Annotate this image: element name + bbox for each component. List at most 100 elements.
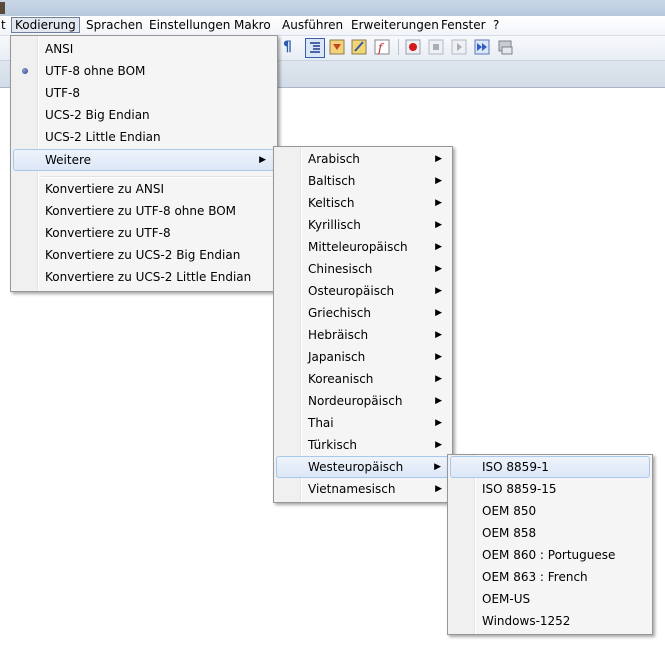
menu-item-label: Chinesisch [308, 262, 373, 276]
submenu-arrow-icon: ▶ [435, 154, 442, 164]
westeuropaeisch-submenu: ISO 8859-1 ISO 8859-15 OEM 850 OEM 858 O… [447, 454, 653, 635]
menu-item-utf8[interactable]: UTF-8 [13, 82, 275, 104]
menu-item-ucs2-big-endian[interactable]: UCS-2 Big Endian [13, 104, 275, 126]
menu-item-label: ANSI [45, 42, 74, 56]
menu-item-label: UCS-2 Little Endian [45, 130, 161, 144]
menu-item-label: Thai [308, 416, 334, 430]
menu-einstellungen[interactable]: Einstellungen [146, 17, 233, 33]
menu-item-label: ISO 8859-1 [482, 460, 549, 474]
menu-erweiterungen[interactable]: Erweiterungen [348, 17, 442, 33]
app-icon [0, 2, 5, 14]
menu-item-label: OEM 860 : Portuguese [482, 548, 616, 562]
kodierung-menu: ANSI UTF-8 ohne BOM UTF-8 UCS-2 Big Endi… [10, 35, 278, 292]
submenu-arrow-icon: ▶ [435, 484, 442, 494]
submenu-arrow-icon: ▶ [435, 176, 442, 186]
menubar: t Kodierung Sprachen Einstellungen Makro… [0, 16, 665, 36]
menu-item-konvertiere-ucs2-big-endian[interactable]: Konvertiere zu UCS-2 Big Endian [13, 244, 275, 266]
menu-item-oem-850[interactable]: OEM 850 [450, 500, 650, 522]
menu-item-label: Osteuropäisch [308, 284, 395, 298]
menu-item-label: Kyrillisch [308, 218, 361, 232]
menu-item-chinesisch[interactable]: Chinesisch ▶ [276, 258, 450, 280]
submenu-arrow-icon: ▶ [259, 155, 266, 165]
menu-separator [41, 176, 274, 178]
menu-item-utf8-ohne-bom[interactable]: UTF-8 ohne BOM [13, 60, 275, 82]
menu-item-label: Konvertiere zu ANSI [45, 182, 164, 196]
menu-item-iso-8859-1[interactable]: ISO 8859-1 [450, 456, 650, 478]
menu-item-label: Türkisch [308, 438, 357, 452]
menu-item-oem-us[interactable]: OEM-US [450, 588, 650, 610]
menu-fenster[interactable]: Fenster [438, 17, 489, 33]
submenu-arrow-icon: ▶ [435, 418, 442, 428]
menu-item-nordeuropaeisch[interactable]: Nordeuropäisch ▶ [276, 390, 450, 412]
fold-icon[interactable] [329, 39, 345, 55]
record-macro-icon[interactable] [405, 39, 421, 55]
menu-item-label: Konvertiere zu UCS-2 Little Endian [45, 270, 252, 284]
menu-item-kyrillisch[interactable]: Kyrillisch ▶ [276, 214, 450, 236]
menu-item-label: OEM 863 : French [482, 570, 588, 584]
menu-item-label: Weitere [45, 153, 92, 167]
function-list-icon[interactable]: f [374, 39, 390, 55]
menu-item-westeuropaeisch[interactable]: Westeuropäisch ▶ [276, 456, 450, 478]
menu-bearbeiten-partial[interactable]: t [0, 17, 9, 33]
menu-item-iso-8859-15[interactable]: ISO 8859-15 [450, 478, 650, 500]
menu-item-thai[interactable]: Thai ▶ [276, 412, 450, 434]
menu-item-konvertiere-ucs2-little-endian[interactable]: Konvertiere zu UCS-2 Little Endian [13, 266, 275, 288]
menu-item-japanisch[interactable]: Japanisch ▶ [276, 346, 450, 368]
toolbar-separator [398, 39, 399, 55]
menu-item-osteuropaeisch[interactable]: Osteuropäisch ▶ [276, 280, 450, 302]
menu-item-windows-1252[interactable]: Windows-1252 [450, 610, 650, 632]
menu-item-label: Konvertiere zu UTF-8 [45, 226, 171, 240]
menu-item-konvertiere-ansi[interactable]: Konvertiere zu ANSI [13, 178, 275, 200]
menu-item-mitteleuropaeisch[interactable]: Mitteleuropäisch ▶ [276, 236, 450, 258]
menu-item-griechisch[interactable]: Griechisch ▶ [276, 302, 450, 324]
menu-item-label: UTF-8 [45, 86, 80, 100]
menu-item-ucs2-little-endian[interactable]: UCS-2 Little Endian [13, 126, 275, 148]
menu-item-oem-858[interactable]: OEM 858 [450, 522, 650, 544]
menu-item-label: Mitteleuropäisch [308, 240, 408, 254]
stop-macro-icon[interactable] [428, 39, 444, 55]
menu-item-ansi[interactable]: ANSI [13, 38, 275, 60]
menu-item-label: Japanisch [308, 350, 366, 364]
menu-item-hebraeisch[interactable]: Hebräisch ▶ [276, 324, 450, 346]
submenu-arrow-icon: ▶ [435, 396, 442, 406]
menu-item-tuerkisch[interactable]: Türkisch ▶ [276, 434, 450, 456]
submenu-arrow-icon: ▶ [435, 330, 442, 340]
menu-item-label: Windows-1252 [482, 614, 571, 628]
menu-item-oem-860[interactable]: OEM 860 : Portuguese [450, 544, 650, 566]
indent-guide-icon[interactable] [305, 38, 325, 58]
menu-item-weitere[interactable]: Weitere ▶ [13, 149, 275, 171]
submenu-arrow-icon: ▶ [435, 264, 442, 274]
submenu-arrow-icon: ▶ [435, 242, 442, 252]
menu-help[interactable]: ? [490, 17, 502, 33]
submenu-arrow-icon: ▶ [435, 220, 442, 230]
menu-item-baltisch[interactable]: Baltisch ▶ [276, 170, 450, 192]
menu-item-koreanisch[interactable]: Koreanisch ▶ [276, 368, 450, 390]
menu-item-label: OEM 858 [482, 526, 537, 540]
menu-item-arabisch[interactable]: Arabisch ▶ [276, 148, 450, 170]
menu-item-label: Konvertiere zu UTF-8 ohne BOM [45, 204, 237, 218]
weitere-submenu: Arabisch ▶ Baltisch ▶ Keltisch ▶ Kyrillisch… [273, 146, 453, 503]
menu-item-label: ISO 8859-15 [482, 482, 557, 496]
play-macro-icon[interactable] [451, 39, 467, 55]
menu-item-label: Vietnamesisch [308, 482, 396, 496]
menu-item-vietnamesisch[interactable]: Vietnamesisch ▶ [276, 478, 450, 500]
menu-item-label: Arabisch [308, 152, 360, 166]
menu-item-oem-863[interactable]: OEM 863 : French [450, 566, 650, 588]
menu-item-keltisch[interactable]: Keltisch ▶ [276, 192, 450, 214]
pilcrow-icon[interactable]: ¶ [283, 39, 299, 55]
menu-item-label: UCS-2 Big Endian [45, 108, 150, 122]
menu-makro[interactable]: Makro [231, 17, 274, 33]
menu-sprachen[interactable]: Sprachen [83, 17, 146, 33]
run-macro-multiple-icon[interactable] [474, 39, 490, 55]
menu-item-label: Koreanisch [308, 372, 374, 386]
menu-item-konvertiere-utf8[interactable]: Konvertiere zu UTF-8 [13, 222, 275, 244]
menu-item-label: Keltisch [308, 196, 355, 210]
menu-item-label: Griechisch [308, 306, 371, 320]
menu-kodierung[interactable]: Kodierung [11, 17, 80, 33]
menu-item-konvertiere-utf8-ohne-bom[interactable]: Konvertiere zu UTF-8 ohne BOM [13, 200, 275, 222]
save-macro-icon[interactable] [497, 39, 513, 55]
menu-item-label: Westeuropäisch [308, 460, 404, 474]
submenu-arrow-icon: ▶ [435, 308, 442, 318]
doc-map-icon[interactable] [351, 39, 367, 55]
menu-ausfuehren[interactable]: Ausführen [279, 17, 346, 33]
